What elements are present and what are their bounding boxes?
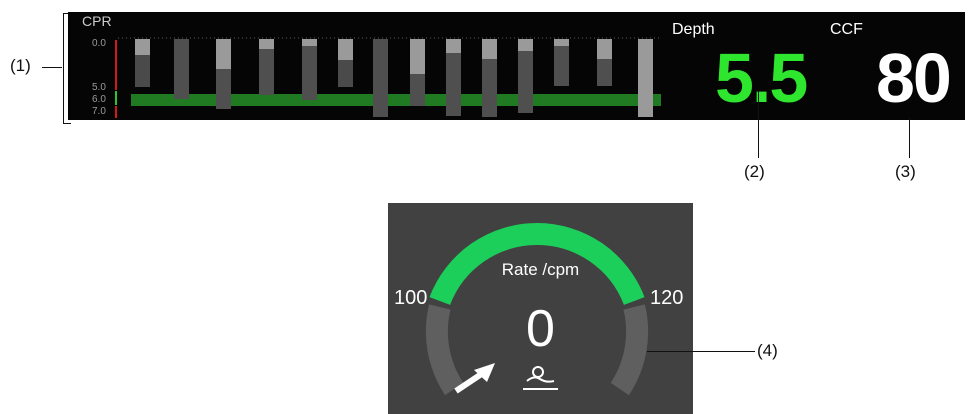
compression-bar-10-depth [482,59,497,117]
gauge-value: 0 [526,300,555,358]
cpr-panel: CPR 0.0 5.0 6.0 7.0 Depth 5.5 CCF 80 [68,12,965,120]
depth-label: Depth [672,21,715,38]
callout-3-label: (3) [895,162,916,181]
cpr-person-icon [523,366,558,390]
compression-bar-8 [410,39,425,74]
callout-1-leader [42,67,62,68]
compression-bar-12 [554,39,569,46]
callout-1-bracket-bottom [63,123,71,124]
compression-bar-2 [174,39,189,99]
target-depth-band [131,94,661,106]
callout-2-leader [758,90,759,158]
callout-1-bracket-vertical [63,13,64,124]
compression-bar-13 [597,39,612,59]
compression-bar-14 [638,39,653,117]
callout-4-label: (4) [757,341,778,360]
callout-3-leader [909,118,910,158]
compression-bar-9 [446,39,461,53]
compression-bar-5 [302,39,317,46]
compression-bar-9-depth [446,53,461,116]
callout-4-leader [647,351,755,352]
compression-bar-11-depth [518,51,533,113]
depth-value: 5.5 [715,39,808,117]
compression-bar-4-depth [259,49,274,95]
compression-bar-1 [135,39,150,55]
compression-bar-11 [518,39,533,51]
ccf-label: CCF [830,21,863,38]
compression-bar-7 [373,39,388,117]
compression-bar-3 [216,39,231,69]
compression-bar-4 [259,39,274,49]
callout-1-label: (1) [10,56,31,75]
compression-bar-10 [482,39,497,59]
callout-2-label: (2) [744,162,765,181]
compression-bar-6 [338,39,353,60]
compression-bar-13-depth [597,59,612,86]
compression-bar-12-depth [554,46,569,86]
gauge-title: Rate /cpm [501,260,580,279]
compression-bar-6-depth [338,60,353,87]
compression-bar-5-depth [302,46,317,100]
compression-bar-8-depth [410,74,425,106]
compression-bar-3-depth [216,69,231,109]
pointer-arrow-icon [454,363,495,394]
compression-bar-1-depth [135,55,150,87]
rate-gauge-panel: Rate /cpm 100 120 0 [388,203,693,414]
ccf-value: 80 [876,39,952,117]
